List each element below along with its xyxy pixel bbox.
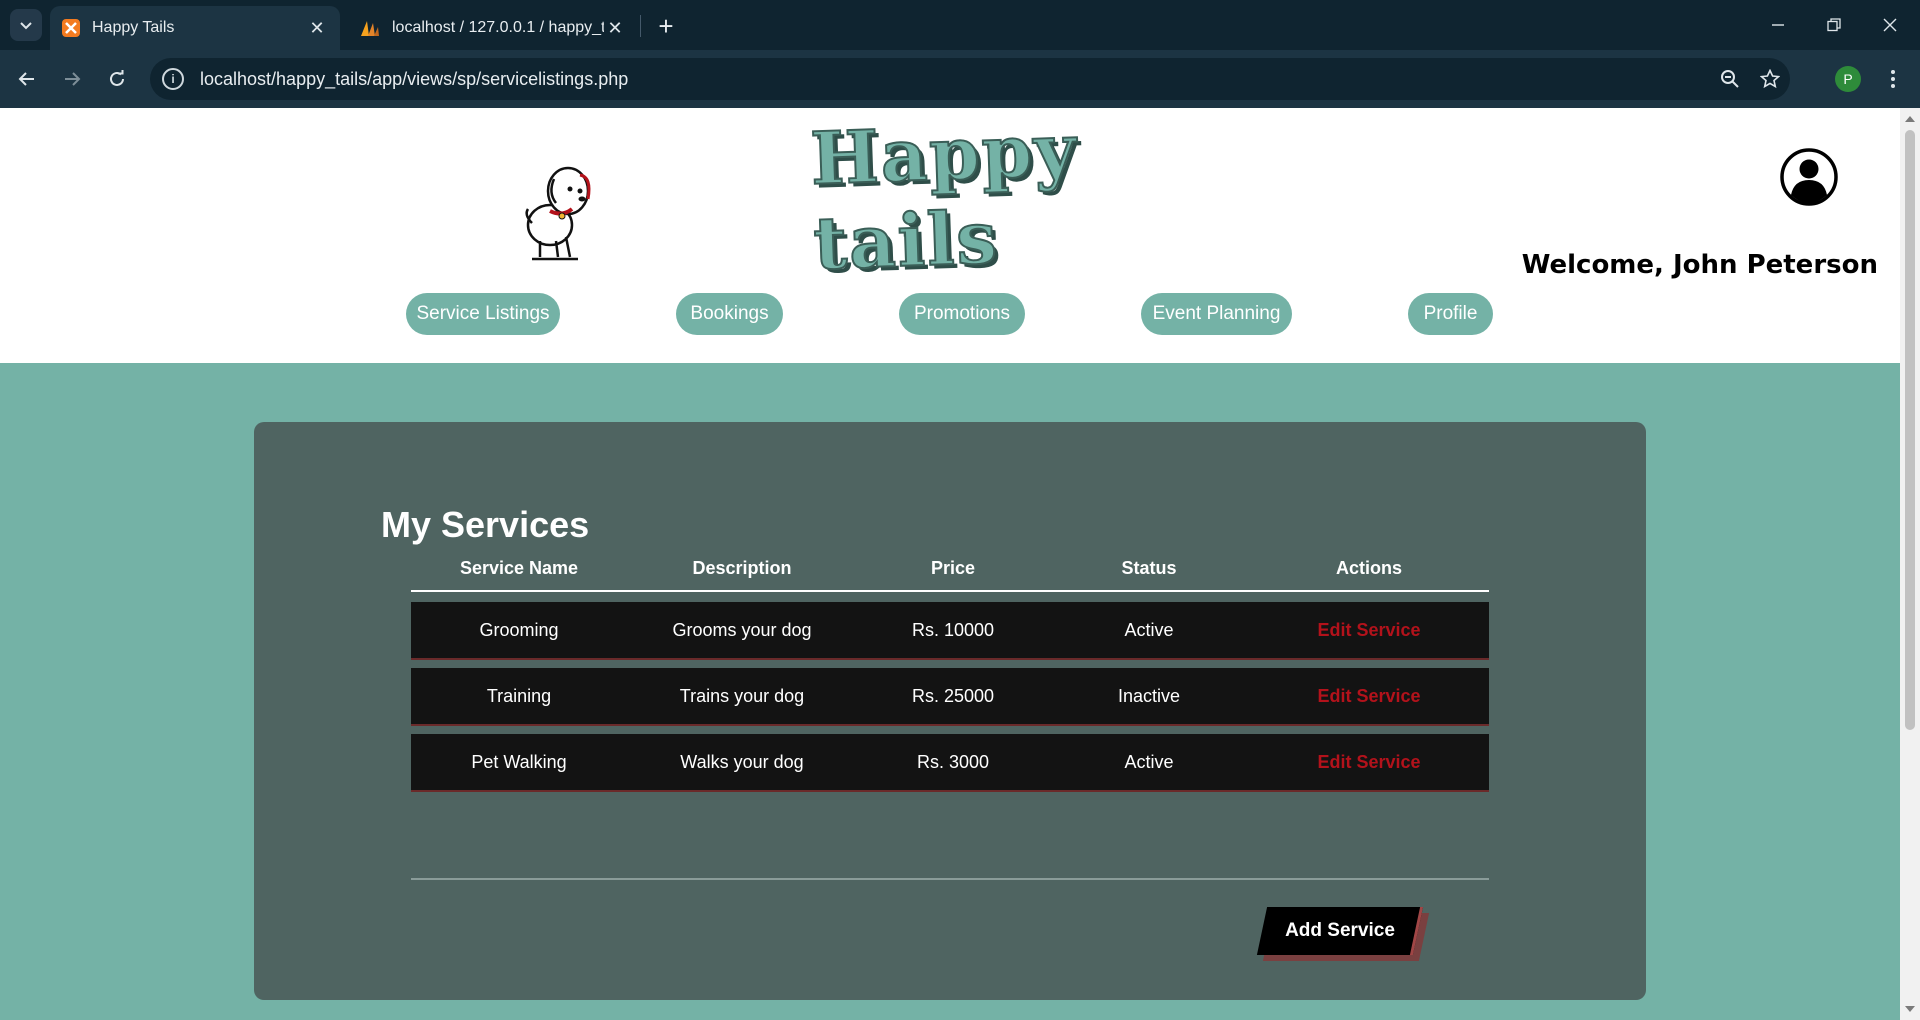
- column-header: Actions: [1335, 557, 1402, 578]
- column-header: Status: [1121, 557, 1177, 578]
- user-account-icon[interactable]: [1780, 148, 1838, 206]
- restore-button[interactable]: [1806, 0, 1862, 50]
- nav-profile[interactable]: Profile: [1408, 293, 1493, 335]
- browser-tab-strip: Happy Tails ✕ localhost / 127.0.0.1 / ha…: [0, 0, 1920, 50]
- back-button[interactable]: [10, 62, 44, 96]
- table-row: Training Trains your dog Rs. 25000 Inact…: [411, 668, 1489, 724]
- tab-search-button[interactable]: [10, 9, 42, 41]
- page-title: My Services: [381, 504, 590, 545]
- nav-promotions[interactable]: Promotions: [899, 293, 1025, 335]
- phpmyadmin-icon: [361, 21, 379, 36]
- chevron-down-icon: [20, 22, 32, 30]
- arrow-right-icon: [65, 72, 81, 86]
- tab-phpmyadmin[interactable]: localhost / 127.0.0.1 / happy_tai ✕: [348, 6, 638, 50]
- service-name-cell: Grooming: [479, 619, 559, 640]
- close-icon[interactable]: ✕: [306, 17, 328, 39]
- tab-title: Happy Tails: [92, 19, 175, 36]
- price-cell: Rs. 10000: [911, 619, 995, 640]
- description-cell: Grooms your dog: [672, 619, 812, 640]
- site-header: Happy tails Welcome, John Peterson Servi…: [0, 108, 1900, 363]
- profile-avatar[interactable]: P: [1835, 66, 1861, 92]
- zoom-icon[interactable]: [1710, 58, 1750, 100]
- main-navigation: Service Listings Bookings Promotions Eve…: [0, 293, 1900, 337]
- description-cell: Trains your dog: [679, 685, 805, 706]
- price-cell: Rs. 3000: [916, 751, 990, 772]
- page-viewport: Happy tails Welcome, John Peterson Servi…: [0, 108, 1900, 1020]
- price-cell: Rs. 25000: [911, 685, 995, 706]
- scrollbar-thumb[interactable]: [1905, 130, 1915, 730]
- nav-service-listings[interactable]: Service Listings: [406, 293, 560, 335]
- minimize-icon: [1772, 24, 1784, 26]
- reload-icon: [110, 70, 124, 86]
- welcome-message: Welcome, John Peterson: [1521, 250, 1878, 280]
- reload-button[interactable]: [100, 62, 134, 96]
- tab-separator: [640, 15, 641, 37]
- column-header: Description: [692, 557, 792, 578]
- service-name-cell: Pet Walking: [471, 751, 567, 772]
- services-table: Service Name Description Price Status Ac…: [411, 546, 1489, 790]
- close-icon[interactable]: ✕: [604, 17, 626, 39]
- close-window-button[interactable]: [1862, 0, 1918, 50]
- arrow-left-icon: [18, 72, 34, 86]
- forward-button[interactable]: [55, 62, 89, 96]
- restore-icon: [1827, 18, 1841, 32]
- xampp-icon: [62, 19, 80, 37]
- address-bar[interactable]: i localhost/happy_tails/app/views/sp/ser…: [150, 58, 1790, 100]
- star-icon[interactable]: [1750, 58, 1790, 100]
- new-tab-button[interactable]: +: [650, 10, 682, 42]
- service-name-cell: Training: [486, 685, 552, 706]
- edit-service-link[interactable]: Edit Service: [1249, 752, 1489, 773]
- url-text[interactable]: localhost/happy_tails/app/views/sp/servi…: [200, 69, 1710, 90]
- add-service-label: Add Service: [1285, 920, 1395, 941]
- section-divider: [411, 878, 1489, 880]
- status-cell: Active: [1124, 619, 1174, 640]
- column-header: Price: [930, 557, 976, 578]
- close-icon: [1883, 18, 1897, 32]
- browser-menu-button[interactable]: [1878, 62, 1908, 96]
- add-service-button[interactable]: Add Service: [1256, 907, 1430, 961]
- scroll-down-icon[interactable]: [1905, 1006, 1915, 1012]
- more-vert-icon: [1891, 70, 1895, 88]
- dog-logo-icon: [525, 166, 591, 261]
- status-cell: Active: [1124, 751, 1174, 772]
- browser-toolbar: i localhost/happy_tails/app/views/sp/ser…: [0, 50, 1920, 108]
- table-header: Service Name Description Price Status Ac…: [411, 546, 1489, 592]
- table-row: Grooming Grooms your dog Rs. 10000 Activ…: [411, 602, 1489, 658]
- status-cell: Inactive: [1117, 685, 1181, 706]
- description-cell: Walks your dog: [680, 751, 804, 772]
- minimize-button[interactable]: [1750, 0, 1806, 50]
- nav-event-planning[interactable]: Event Planning: [1141, 293, 1292, 335]
- table-row: Pet Walking Walks your dog Rs. 3000 Acti…: [411, 734, 1489, 790]
- edit-service-link[interactable]: Edit Service: [1249, 686, 1489, 707]
- brand-logo-text: Happy tails: [808, 108, 1080, 287]
- site-info-icon[interactable]: i: [162, 68, 184, 90]
- column-header: Service Name: [459, 557, 579, 578]
- edit-service-link[interactable]: Edit Service: [1249, 620, 1489, 641]
- scroll-up-icon[interactable]: [1905, 116, 1915, 122]
- tab-happy-tails[interactable]: Happy Tails ✕: [50, 6, 340, 50]
- nav-bookings[interactable]: Bookings: [676, 293, 783, 335]
- page-scrollbar[interactable]: [1900, 108, 1920, 1020]
- tab-title: localhost / 127.0.0.1 / happy_tai: [392, 19, 604, 36]
- services-panel: My Services Service Name Description Pri…: [254, 422, 1646, 1000]
